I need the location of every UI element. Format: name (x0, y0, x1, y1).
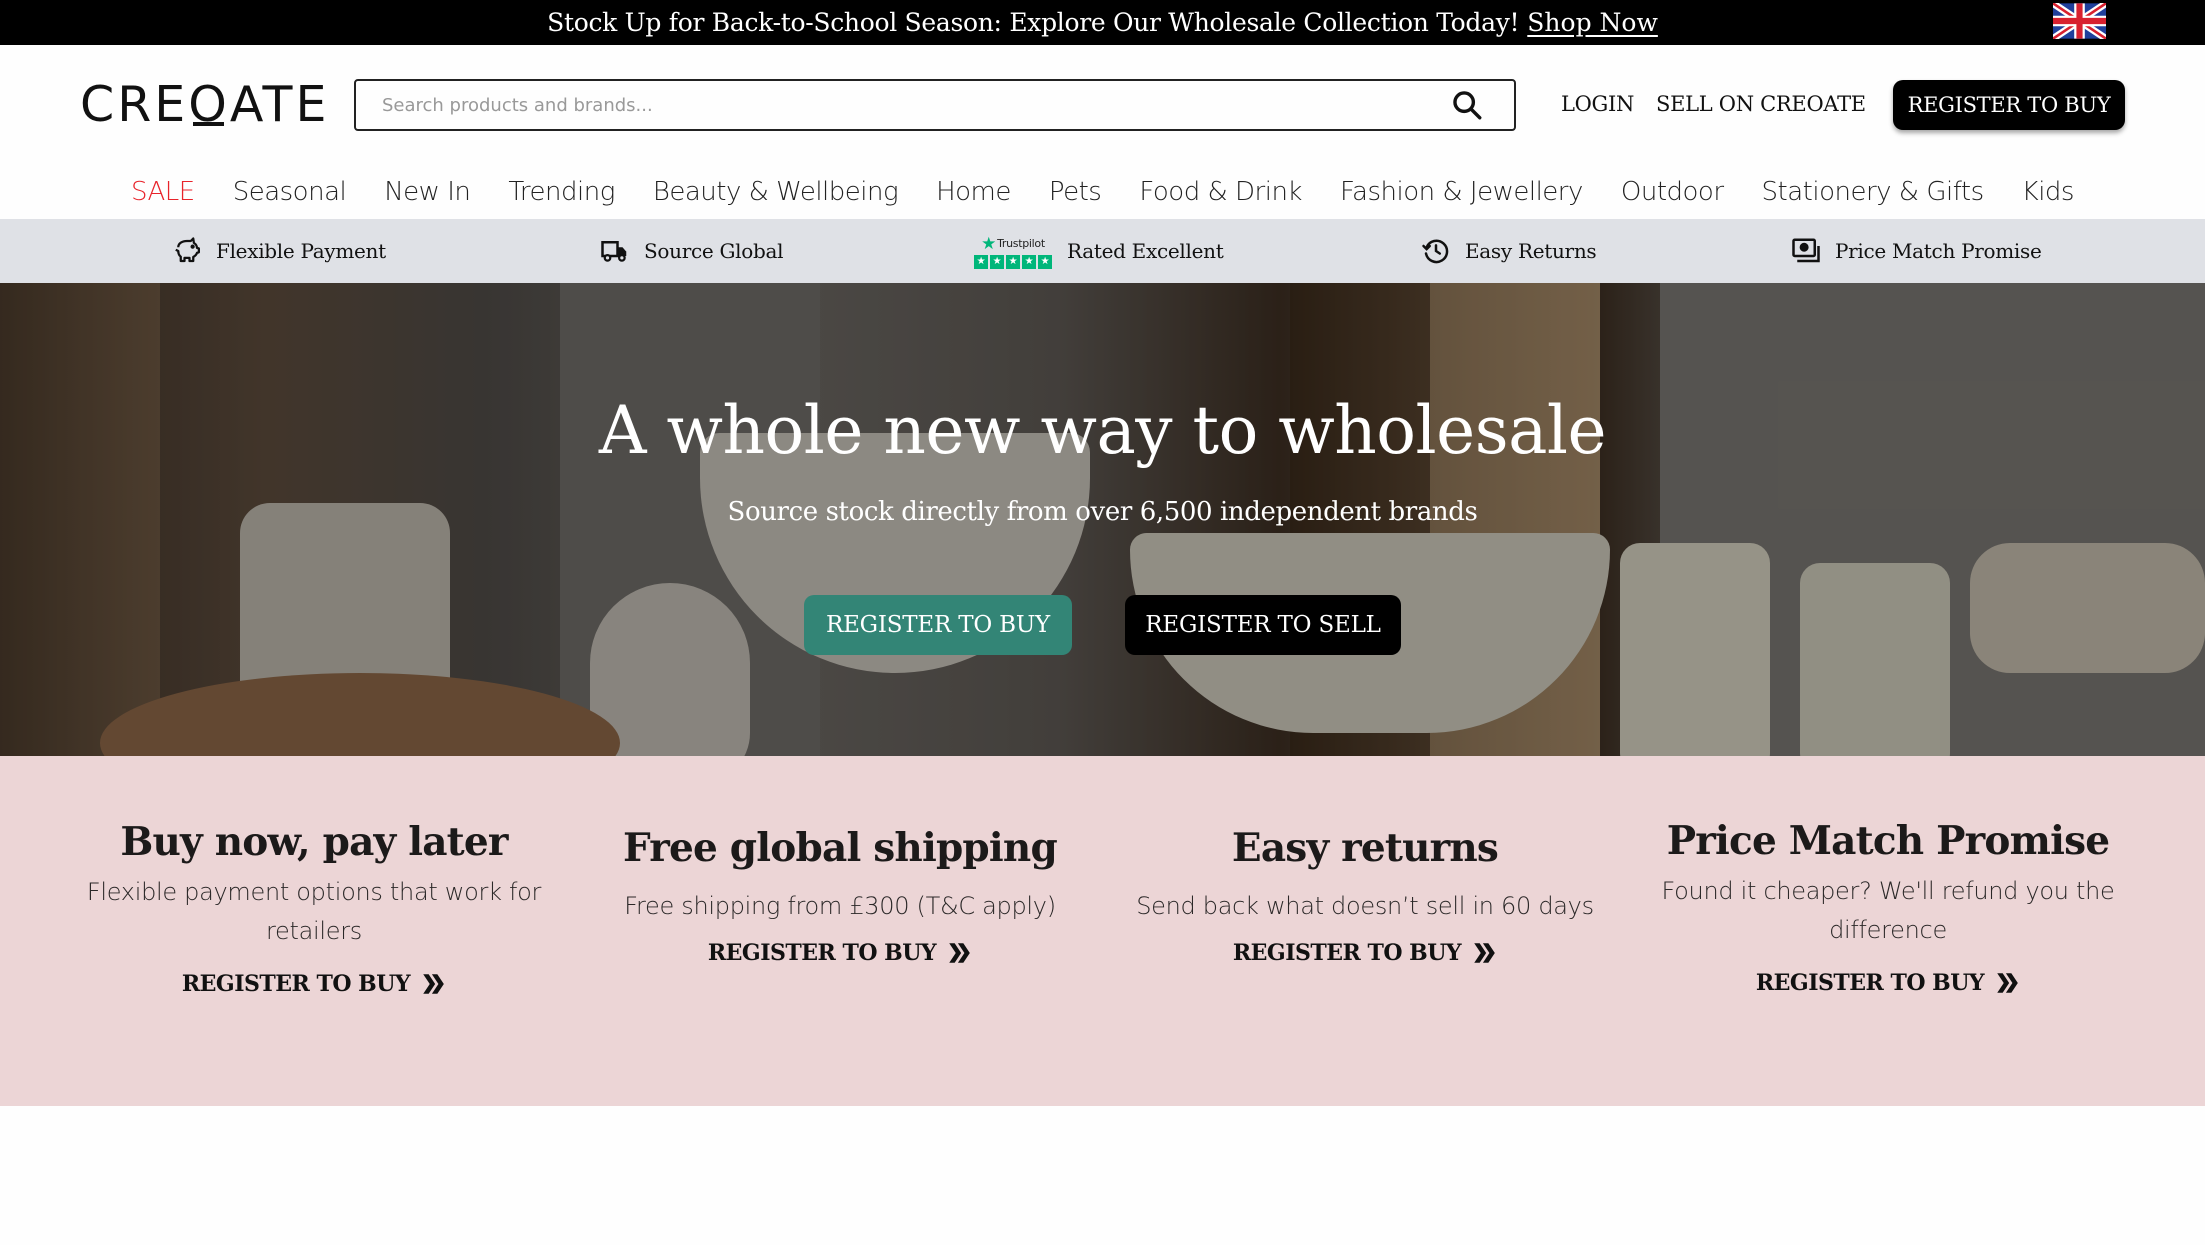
trustpilot-star-icon: ★ (981, 233, 997, 254)
benefit-label: Flexible Payment (216, 239, 386, 263)
category-fashion-jewellery[interactable]: Fashion & Jewellery (1321, 172, 1602, 212)
feature-register-link[interactable]: REGISTER TO BUY (708, 940, 972, 966)
feature-card: Price Match Promise Found it cheaper? We… (1628, 816, 2148, 996)
feature-title: Free global shipping (623, 825, 1058, 871)
feature-cta-label: REGISTER TO BUY (707, 940, 937, 966)
double-chevron-right-icon (1474, 943, 1495, 963)
category-trending[interactable]: Trending (489, 172, 633, 212)
feature-register-link[interactable]: REGISTER TO BUY (182, 971, 446, 997)
feature-text: Free shipping from £300 (T&C apply) (624, 892, 1056, 920)
feature-text: Flexible payment options that work for r… (86, 878, 542, 945)
shop-now-link[interactable]: Shop Now (1527, 8, 1658, 37)
benefit-source-global: Source Global (600, 219, 784, 283)
category-kids[interactable]: Kids (2003, 172, 2093, 212)
feature-title: Price Match Promise (1666, 818, 2110, 864)
feature-cta-label: REGISTER TO BUY (181, 971, 411, 997)
category-seasonal[interactable]: Seasonal (214, 172, 366, 212)
announcement-bar: Stock Up for Back-to-School Season: Expl… (0, 0, 2205, 45)
benefit-price-match: Price Match Promise (1791, 219, 2042, 283)
search-bar (354, 79, 1516, 131)
category-sale[interactable]: SALE (112, 172, 214, 212)
history-icon (1422, 239, 1449, 264)
hero-banner: A whole new way to wholesale Source stoc… (0, 283, 2205, 756)
double-chevron-right-icon (423, 974, 444, 994)
features-section: Buy now, pay later Flexible payment opti… (0, 756, 2205, 1106)
hero-register-to-sell-button[interactable]: REGISTER TO SELL (1125, 595, 1401, 655)
benefits-strip: Flexible Payment Source Global ★ Trustpil… (0, 219, 2205, 283)
piggy-bank-icon (175, 237, 200, 263)
feature-text: Send back what doesn’t sell in 60 days (1136, 892, 1594, 920)
category-pets[interactable]: Pets (1030, 172, 1121, 212)
logo-text-end: ATE (229, 76, 330, 133)
feature-register-link[interactable]: REGISTER TO BUY (1756, 970, 2020, 996)
double-chevron-right-icon (949, 943, 970, 963)
category-outdoor[interactable]: Outdoor (1602, 172, 1743, 212)
feature-card: Free global shipping Free shipping from … (580, 823, 1100, 966)
double-chevron-right-icon (1997, 973, 2018, 993)
benefit-label: Rated Excellent (1067, 239, 1224, 263)
benefit-label: Price Match Promise (1835, 239, 2042, 263)
hero-title: A whole new way to wholesale (598, 392, 1607, 469)
category-new-in[interactable]: New In (365, 172, 489, 212)
category-home[interactable]: Home (917, 172, 1030, 212)
benefit-easy-returns: Easy Returns (1421, 219, 1597, 283)
category-food-drink[interactable]: Food & Drink (1120, 172, 1321, 212)
trustpilot-rating-stars: ★ ★ ★ ★ ★ (974, 254, 1052, 269)
creoate-logo[interactable]: CREOATE (80, 80, 329, 130)
benefit-label: Source Global (644, 239, 784, 263)
category-stationery-gifts[interactable]: Stationery & Gifts (1743, 172, 2003, 212)
truck-icon (601, 241, 627, 262)
trustpilot-logo: ★ Trustpilot ★ ★ ★ ★ ★ (973, 234, 1053, 269)
sell-on-creoate-link[interactable]: SELL ON CREOATE (1656, 92, 1866, 116)
feature-text: Found it cheaper? We'll refund you the d… (1661, 877, 2115, 944)
uk-flag-icon[interactable] (2053, 3, 2106, 39)
announcement-message: Stock Up for Back-to-School Season: Expl… (547, 8, 1520, 37)
feature-card: Buy now, pay later Flexible payment opti… (54, 817, 574, 997)
price-tag-icon (1792, 238, 1820, 263)
category-beauty-wellbeing[interactable]: Beauty & Wellbeing (634, 172, 917, 212)
trustpilot-name: Trustpilot (997, 237, 1045, 250)
logo-text-start: CRE (80, 76, 189, 133)
feature-cta-label: REGISTER TO BUY (1232, 940, 1462, 966)
feature-register-link[interactable]: REGISTER TO BUY (1233, 940, 1497, 966)
search-input[interactable] (356, 81, 1450, 129)
feature-title: Easy returns (1231, 825, 1499, 871)
feature-cta-label: REGISTER TO BUY (1755, 970, 1985, 996)
hero-subtitle: Source stock directly from over 6,500 in… (727, 497, 1478, 527)
feature-title: Buy now, pay later (120, 819, 508, 865)
benefit-rated-excellent[interactable]: ★ Trustpilot ★ ★ ★ ★ ★ Rated Excellent (973, 219, 1224, 283)
hero-register-to-buy-button[interactable]: REGISTER TO BUY (804, 595, 1072, 655)
category-nav: SALE Seasonal New In Trending Beauty & W… (0, 172, 2205, 212)
logo-text-o: O (188, 76, 230, 133)
benefit-flexible-payment: Flexible Payment (172, 219, 386, 283)
search-icon[interactable] (1450, 88, 1484, 122)
register-to-buy-button[interactable]: REGISTER TO BUY (1893, 80, 2125, 130)
feature-card: Easy returns Send back what doesn’t sell… (1105, 823, 1625, 966)
login-link[interactable]: LOGIN (1561, 92, 1634, 116)
benefit-label: Easy Returns (1465, 239, 1597, 263)
